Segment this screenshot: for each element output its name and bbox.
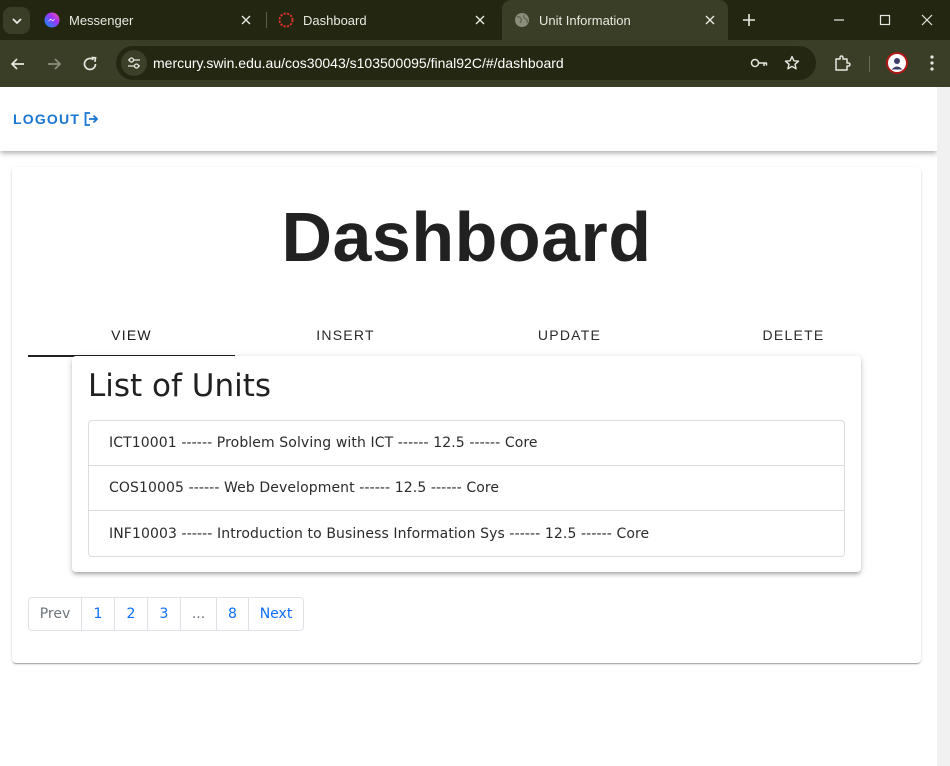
browser-tab-messenger[interactable]: Messenger (32, 0, 264, 40)
back-button[interactable] (4, 50, 32, 78)
new-tab-button[interactable] (737, 8, 761, 32)
site-info-button[interactable] (121, 50, 147, 76)
tab-title: Unit Information (539, 12, 631, 28)
chevron-down-icon (11, 17, 22, 24)
prev-page-button[interactable]: Prev (29, 598, 82, 630)
arrow-left-icon (10, 58, 24, 70)
tab-label: INSERT (316, 327, 375, 343)
units-list-card: List of Units ICT10001 ------ Problem So… (72, 356, 861, 572)
tab-search-button[interactable] (3, 7, 30, 34)
forward-button[interactable] (40, 50, 68, 78)
browser-tab-unit-information[interactable]: Unit Information (502, 0, 728, 40)
page-title: Dashboard (281, 198, 652, 276)
tab-delete[interactable]: DELETE (690, 315, 897, 355)
tab-label: DELETE (762, 327, 825, 343)
list-item[interactable]: ICT10001 ------ Problem Solving with ICT… (89, 421, 844, 466)
browser-tab-strip: Messenger Dashboard Unit Information (0, 0, 950, 40)
profile-avatar[interactable] (886, 52, 908, 74)
tab-title: Messenger (69, 12, 134, 28)
dashboard-card: Dashboard VIEW INSERT UPDATE DELETE List… (12, 167, 921, 663)
reload-button[interactable] (76, 50, 104, 78)
page-viewport: LOGOUT Dashboard VIEW INSERT UPDATE DELE… (0, 87, 950, 766)
more-vertical-icon (930, 55, 934, 71)
app-bar: LOGOUT (0, 87, 937, 151)
password-key-button[interactable] (749, 53, 769, 73)
close-icon (921, 14, 933, 26)
tab-insert[interactable]: INSERT (242, 315, 449, 355)
reload-icon (83, 56, 97, 71)
page-button-2[interactable]: 2 (115, 598, 148, 630)
tab-update[interactable]: UPDATE (466, 315, 673, 355)
logout-label: LOGOUT (13, 111, 81, 127)
globe-icon (515, 13, 529, 27)
browser-menu-button[interactable] (921, 52, 943, 74)
bookmark-button[interactable] (782, 53, 802, 73)
dashboard-tabs: VIEW INSERT UPDATE DELETE (28, 315, 908, 359)
tune-icon (128, 57, 140, 69)
puzzle-icon (835, 55, 851, 71)
maximize-button[interactable] (862, 0, 908, 40)
next-page-button[interactable]: Next (249, 598, 303, 630)
plus-icon (743, 14, 755, 26)
page-button-8[interactable]: 8 (217, 598, 249, 630)
browser-toolbar: mercury.swin.edu.au/cos30043/s103500095/… (0, 40, 950, 87)
list-item[interactable]: INF10003 ------ Introduction to Business… (89, 511, 844, 556)
close-tab-icon[interactable] (238, 12, 254, 28)
star-icon (784, 55, 800, 70)
minimize-button[interactable] (816, 0, 862, 40)
vertical-scrollbar[interactable] (937, 87, 950, 766)
page-button-1[interactable]: 1 (82, 598, 115, 630)
close-window-button[interactable] (904, 0, 950, 40)
url-text: mercury.swin.edu.au/cos30043/s103500095/… (153, 55, 564, 71)
arrow-right-icon (48, 58, 62, 70)
messenger-icon (44, 12, 60, 28)
tab-view[interactable]: VIEW (28, 315, 235, 355)
pagination: Prev 1 2 3 ... 8 Next (28, 597, 304, 631)
extensions-button[interactable] (831, 52, 853, 74)
unit-list: ICT10001 ------ Problem Solving with ICT… (88, 420, 845, 557)
tab-title: Dashboard (303, 12, 367, 28)
swinburne-icon (278, 12, 294, 28)
section-title: List of Units (88, 368, 272, 404)
tab-label: UPDATE (537, 327, 602, 343)
close-tab-icon[interactable] (472, 12, 488, 28)
tab-label: VIEW (111, 327, 152, 343)
profile-icon (891, 58, 903, 70)
minimize-icon (834, 19, 844, 21)
key-icon (750, 58, 768, 68)
logout-button[interactable]: LOGOUT (6, 107, 106, 131)
list-item[interactable]: COS10005 ------ Web Development ------ 1… (89, 466, 844, 511)
toolbar-divider (869, 56, 870, 72)
page-button-3[interactable]: 3 (148, 598, 181, 630)
close-tab-icon[interactable] (702, 12, 718, 28)
address-bar[interactable]: mercury.swin.edu.au/cos30043/s103500095/… (116, 46, 816, 80)
page-ellipsis: ... (181, 598, 217, 630)
logout-icon (84, 112, 99, 126)
maximize-icon (879, 14, 891, 26)
browser-tab-dashboard[interactable]: Dashboard (266, 0, 498, 40)
